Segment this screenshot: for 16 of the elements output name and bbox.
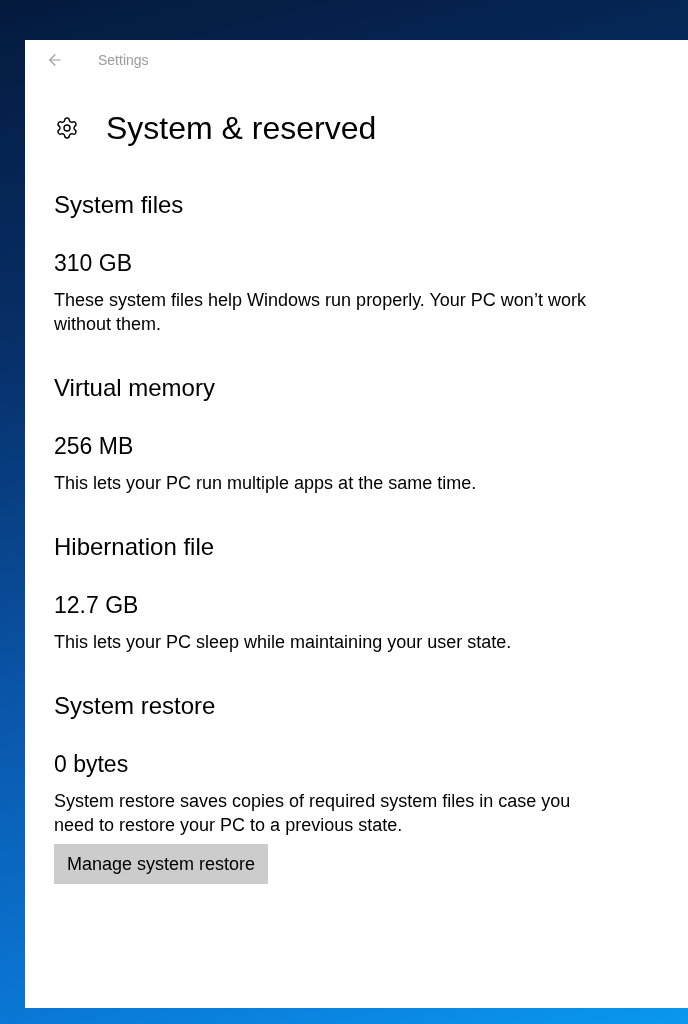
section-description: System restore saves copies of required system files in case you need to restore your PC to a previous state. xyxy=(54,790,572,837)
section-heading: Virtual memory xyxy=(54,373,215,403)
manage-system-restore-button[interactable]: Manage system restore xyxy=(54,844,269,884)
size-value: 310 GB xyxy=(54,249,132,278)
section-heading: System restore xyxy=(54,691,216,721)
section-heading: Hibernation file xyxy=(54,532,215,562)
settings-icon xyxy=(55,116,79,140)
size-value: 0 bytes xyxy=(54,750,129,779)
page-title: System & reserved xyxy=(106,109,377,148)
section-description: This lets your PC sleep while maintaining your user state. xyxy=(54,631,513,654)
section-description: This lets your PC run multiple apps at the same time. xyxy=(54,472,478,495)
window-title: Settings xyxy=(98,50,149,70)
size-value: 12.7 GB xyxy=(54,591,139,620)
section-description: These system files help Windows run properly. Your PC won’t work without them. xyxy=(54,289,587,336)
section-heading: System files xyxy=(54,190,184,220)
size-value: 256 MB xyxy=(54,432,134,461)
